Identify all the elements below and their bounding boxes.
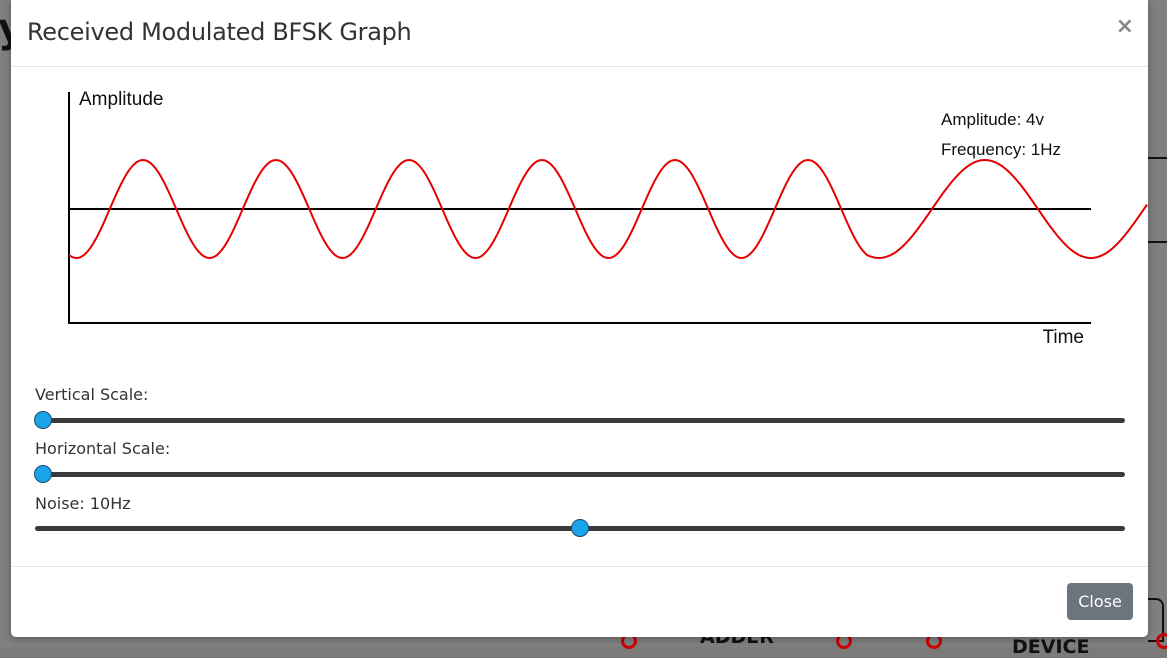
horizontal-scale-label: Horizontal Scale: bbox=[35, 439, 171, 458]
frequency-readout: Frequency: 1Hz bbox=[941, 140, 1061, 159]
noise-label: Noise: 10Hz bbox=[35, 494, 131, 513]
background-wire bbox=[1148, 241, 1167, 243]
horizontal-scale-thumb[interactable] bbox=[34, 465, 52, 483]
close-icon[interactable]: × bbox=[1116, 14, 1134, 39]
background-device-label: DEVICE bbox=[1012, 636, 1090, 658]
close-button[interactable]: Close bbox=[1067, 583, 1133, 620]
noise-thumb[interactable] bbox=[571, 519, 589, 537]
modal-footer bbox=[11, 566, 1148, 638]
x-axis-label: Time bbox=[1042, 327, 1084, 348]
bfsk-graph: Amplitude Time Amplitude: 4v Frequency: … bbox=[68, 89, 1148, 348]
amplitude-readout: Amplitude: 4v bbox=[941, 110, 1044, 129]
vertical-scale-thumb[interactable] bbox=[34, 411, 52, 429]
y-axis-label: Amplitude bbox=[79, 89, 164, 110]
vertical-scale-label: Vertical Scale: bbox=[35, 385, 149, 404]
modal-title: Received Modulated BFSK Graph bbox=[27, 18, 412, 46]
noise-slider[interactable] bbox=[35, 519, 1125, 537]
background-wire bbox=[1148, 157, 1167, 159]
vertical-scale-slider[interactable] bbox=[34, 411, 1125, 429]
horizontal-scale-slider[interactable] bbox=[34, 465, 1125, 483]
bfsk-graph-modal: Received Modulated BFSK Graph × Amplitud… bbox=[11, 0, 1148, 637]
modal-header: Received Modulated BFSK Graph × bbox=[11, 0, 1148, 67]
